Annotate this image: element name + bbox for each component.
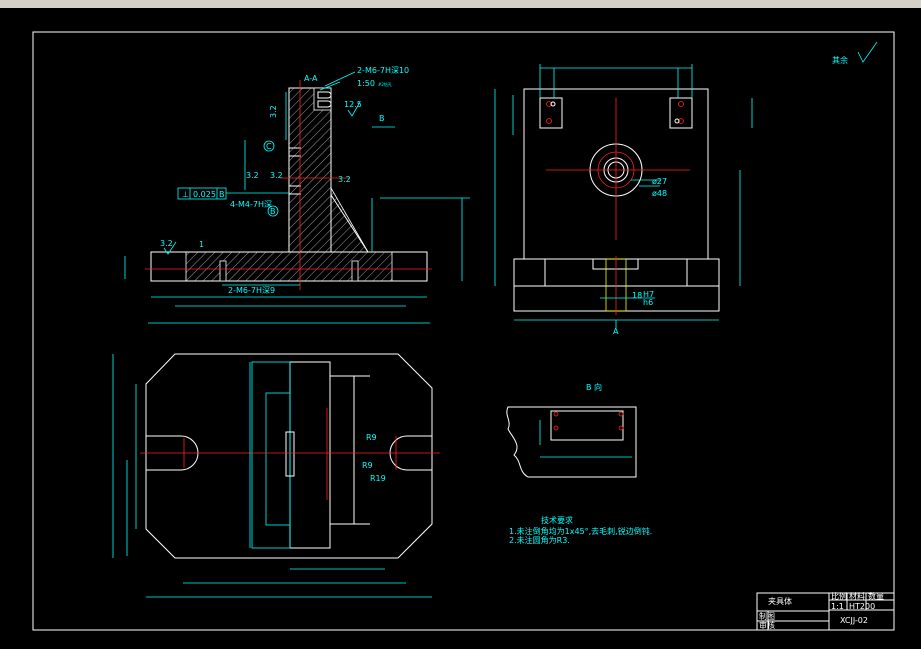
drawing-sheet: A-A 2-M6-7H深10 1:50 #2钻孔 12.5 B 3.2 C 3.… [32,31,895,631]
dia-48: ø48 [652,189,667,198]
dia-27: ø27 [652,177,667,186]
thread-m6-bottom-callout: 2-M6-7H深9 [228,286,275,295]
title-scale: 1:1 [831,602,844,611]
radius-r9-bottom: R9 [362,461,373,470]
tech-title: 技术要求 [541,515,573,525]
front-view: ø27 ø48 18 H7 h6 A [494,64,753,336]
fit-18: 18 [632,291,642,300]
roughness-32-left: 3.2 [269,105,278,118]
taper-note: #2钻孔 [378,81,392,87]
tolerance-symbol: ⊥ [182,190,189,199]
title-part-name: 夹具体 [768,596,792,606]
roughness-32-b: 3.2 [270,171,283,180]
tech-line-2: 2.未注圆角为R3. [509,535,570,545]
title-col-material: 材料 [849,591,865,601]
sheet-border [32,31,895,631]
radius-r9-top: R9 [366,433,377,442]
view-b-arrow-label: B [379,114,385,123]
thread-m4-callout: 4-M4-7H深 [230,200,272,209]
technical-requirements: 技术要求 1.未注倒角均为1x45°,去毛刺,锐边倒钝. 2.未注圆角为R3. [509,515,652,545]
roughness-32-base: 3.2 [160,239,173,248]
tech-line-1: 1.未注倒角均为1x45°,去毛刺,锐边倒钝. [509,526,652,536]
title-drawing-number: XCJJ-02 [840,616,868,625]
section-aa-view: A-A 2-M6-7H深10 1:50 #2钻孔 12.5 B 3.2 C 3.… [124,66,470,324]
section-arrow-a: A [613,327,619,336]
datum-c: C [266,142,272,151]
other-mark: 1 [199,240,204,249]
roughness-rest-symbol: 其余 [832,41,878,65]
section-aa-title: A-A [304,74,318,83]
tolerance-datum: B [219,190,225,199]
title-col-scale: 比例 [831,591,847,601]
radius-r19: R19 [370,474,386,483]
roughness-32-a: 3.2 [246,171,259,180]
fit-h6: h6 [643,298,653,307]
b-view-title: B 向 [586,382,602,392]
tolerance-value: 0.025 [193,190,216,199]
title-checked: 审核 [759,620,775,630]
thread-top-callout: 2-M6-7H深10 [357,66,409,75]
b-view: B 向 [506,382,637,478]
top-view: R9 R9 R19 [112,353,440,598]
roughness-125: 12.5 [344,100,362,109]
datum-b-circle: B [270,207,276,216]
title-block: 夹具体 比例 材料 数量 1:1 HT200 XCJJ-02 制图 审核 [756,591,895,631]
title-col-qty: 数量 [868,591,884,601]
title-drawn: 制图 [759,611,775,621]
roughness-32-c: 3.2 [338,175,351,184]
taper-callout: 1:50 [357,79,375,88]
svg-text:其余: 其余 [832,55,848,65]
title-material: HT200 [849,602,875,611]
